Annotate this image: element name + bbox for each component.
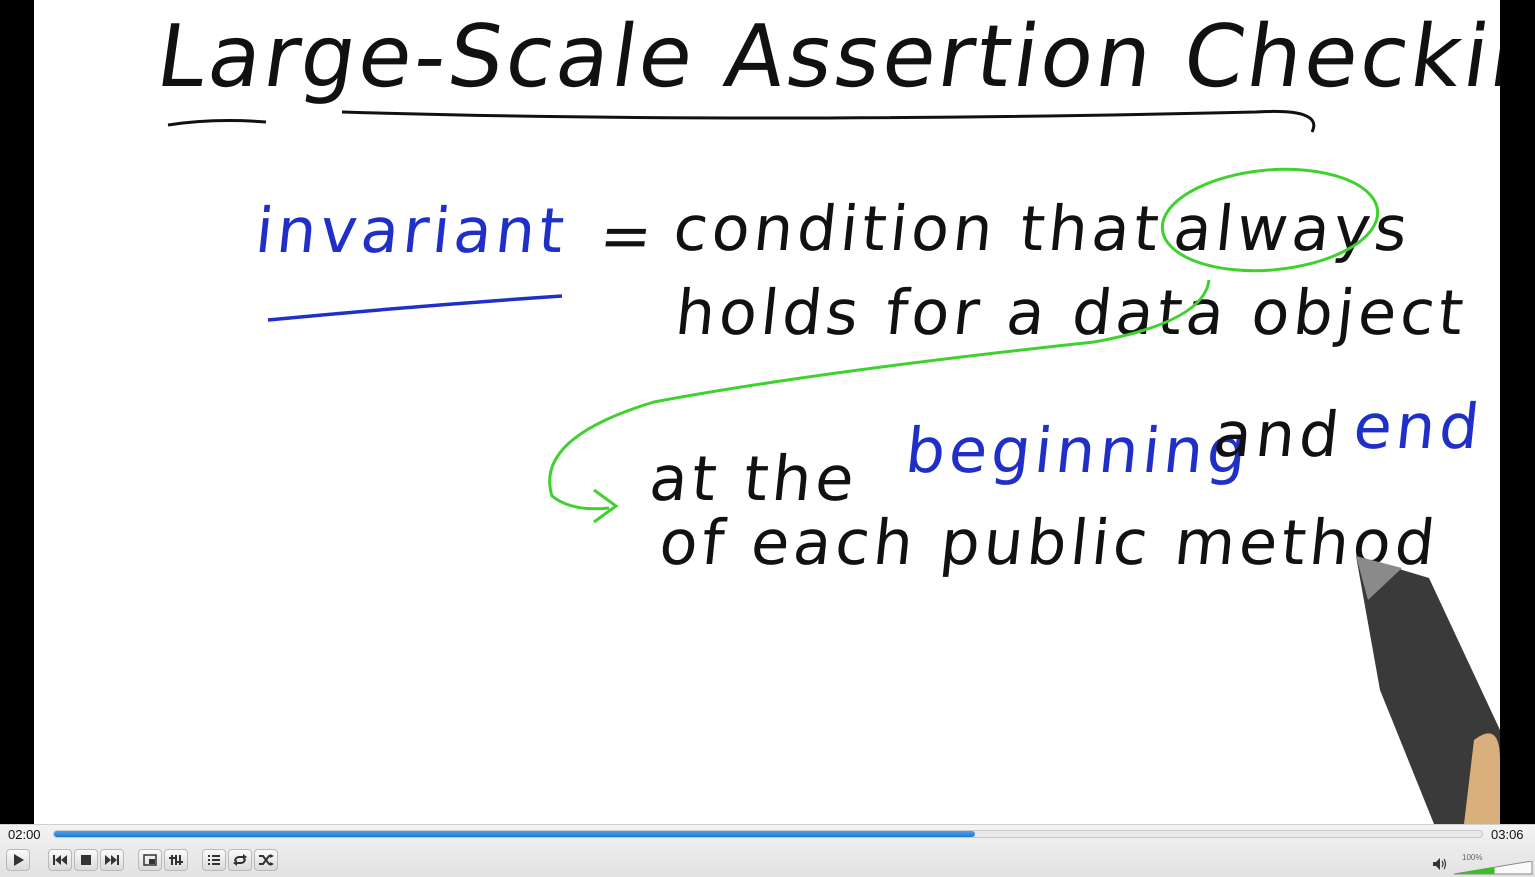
player-controls: 02:00 03:06 100% [0,824,1535,877]
shuffle-button[interactable] [254,849,278,871]
green-arrow [548,279,1211,511]
elapsed-time: 02:00 [8,827,41,842]
fullscreen-button[interactable] [138,849,162,871]
loop-button[interactable] [228,849,252,871]
playlist-button[interactable] [202,849,226,871]
playlist-icon [208,855,220,865]
loop-icon [233,854,247,866]
previous-button[interactable] [48,849,72,871]
extended-settings-button[interactable] [164,849,188,871]
seek-bar[interactable] [53,830,1483,838]
fullscreen-icon [143,854,157,866]
play-button[interactable] [6,849,30,871]
pen-icon [1356,556,1500,824]
ink-strokes [167,109,1500,824]
video-area[interactable]: Large-Scale Assertion Checking invariant… [0,0,1535,824]
seek-progress [54,831,976,837]
previous-icon [53,855,67,865]
green-arrowhead [593,488,619,524]
lecture-slide: Large-Scale Assertion Checking invariant… [34,0,1500,824]
speaker-icon[interactable] [1432,857,1448,871]
volume-slider[interactable] [1453,861,1533,875]
stop-button[interactable] [74,849,98,871]
duration-time: 03:06 [1491,827,1524,842]
title-underline-1 [167,119,267,127]
next-button[interactable] [100,849,124,871]
next-icon [105,855,119,865]
shuffle-icon [259,854,274,866]
always-circle [1160,167,1380,273]
play-icon [14,854,24,866]
extended-settings-icon [169,855,183,865]
stop-icon [81,855,91,865]
title-underline-2 [341,109,1316,133]
invariant-underline [267,294,563,322]
